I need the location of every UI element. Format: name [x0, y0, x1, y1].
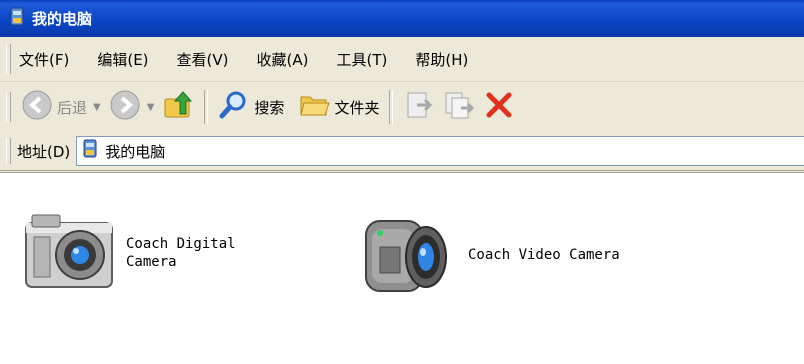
menu-edit[interactable]: 编辑(E)	[95, 45, 150, 74]
toolbar-separator	[389, 90, 394, 124]
back-button[interactable]: 后退 ▼	[17, 87, 105, 127]
digital-camera-icon	[20, 203, 120, 303]
chevron-down-icon[interactable]: ▼	[93, 102, 101, 113]
menu-favorites[interactable]: 收藏(A)	[255, 45, 311, 74]
back-label: 后退	[57, 98, 88, 117]
folder-up-icon	[162, 89, 194, 125]
computer-icon	[8, 7, 26, 31]
device-label-line2: Camera	[126, 254, 177, 270]
address-label: 地址(D)	[17, 142, 71, 161]
back-arrow-icon	[21, 89, 53, 125]
forward-arrow-icon	[109, 89, 141, 125]
file-view[interactable]: Coach Digital Camera Coach Video Camera	[0, 172, 804, 364]
window-title: 我的电脑	[32, 10, 93, 28]
forward-button[interactable]: ▼	[105, 87, 159, 127]
search-button[interactable]: 搜索	[214, 87, 288, 127]
search-label: 搜索	[254, 98, 285, 117]
menu-file[interactable]: 文件(F)	[17, 45, 71, 74]
computer-icon	[81, 139, 99, 163]
device-item-video-camera[interactable]: Coach Video Camera	[358, 203, 620, 307]
address-grip[interactable]	[6, 138, 11, 164]
up-button[interactable]	[158, 87, 198, 127]
delete-button[interactable]	[479, 87, 519, 127]
address-bar: 地址(D) 我的电脑	[0, 132, 804, 171]
chevron-down-icon[interactable]: ▼	[147, 102, 155, 113]
toolbar: 后退 ▼ ▼ 搜索 文件夹	[0, 82, 804, 133]
toolbar-grip[interactable]	[6, 92, 11, 122]
folders-button[interactable]: 文件夹	[294, 87, 383, 127]
toolbar-separator	[204, 90, 209, 124]
device-label: Coach Video Camera	[468, 247, 620, 263]
move-to-button[interactable]	[399, 87, 439, 127]
menu-tools[interactable]: 工具(T)	[334, 45, 389, 74]
menu-grip[interactable]	[6, 44, 11, 74]
copy-to-button[interactable]	[439, 87, 479, 127]
title-bar[interactable]: 我的电脑	[0, 0, 804, 37]
address-value: 我的电脑	[105, 142, 166, 161]
device-item-digital-camera[interactable]: Coach Digital Camera	[20, 203, 236, 303]
search-icon	[218, 89, 250, 125]
folders-label: 文件夹	[334, 98, 380, 117]
menu-view[interactable]: 查看(V)	[175, 45, 231, 74]
video-camera-icon	[358, 203, 458, 307]
device-label-line1: Coach Digital	[126, 236, 236, 252]
address-field[interactable]: 我的电脑	[76, 136, 804, 166]
menu-help[interactable]: 帮助(H)	[413, 45, 470, 74]
move-to-icon	[403, 89, 435, 125]
delete-icon	[483, 89, 515, 125]
menu-bar: 文件(F) 编辑(E) 查看(V) 收藏(A) 工具(T) 帮助(H)	[0, 37, 804, 82]
copy-to-icon	[443, 89, 475, 125]
device-label: Coach Digital Camera	[126, 235, 236, 271]
folder-icon	[298, 89, 331, 125]
